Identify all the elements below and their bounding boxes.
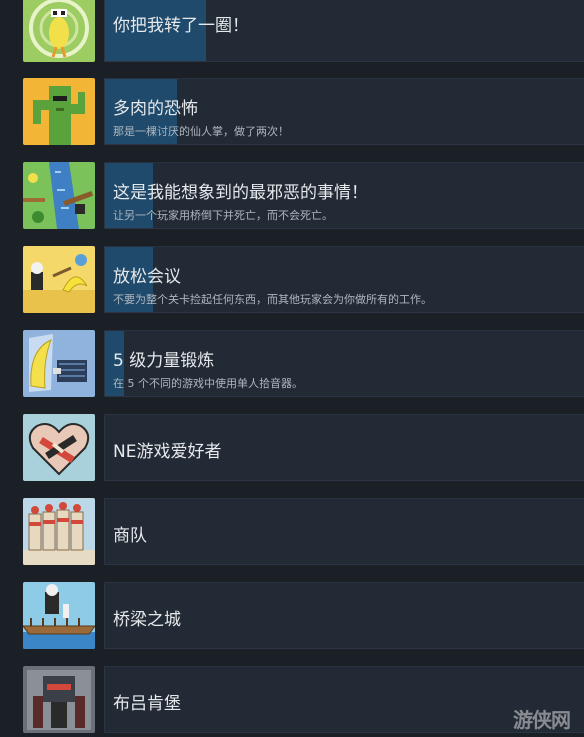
- achievement-panel: 这是我能想象到的最邪恶的事情！ 让另一个玩家用桥倒下并死亡，而不会死亡。: [104, 162, 584, 229]
- achievement-title: 这是我能想象到的最邪恶的事情！: [113, 183, 368, 203]
- achievement-row[interactable]: 你把我转了一圈！: [0, 0, 584, 79]
- cactus-icon: [23, 78, 95, 145]
- achievement-title: 放松会议: [113, 267, 181, 287]
- achievement-title: 布吕肯堡: [113, 694, 181, 714]
- achievement-panel: 你把我转了一圈！: [104, 0, 584, 62]
- achievement-desc: 让另一个玩家用桥倒下并死亡，而不会死亡。: [113, 209, 333, 222]
- banana-lifting-icon: [23, 330, 95, 397]
- achievement-desc: 不要为整个关卡捡起任何东西，而其他玩家会为你做所有的工作。: [113, 293, 432, 306]
- achievement-row[interactable]: 桥梁之城: [0, 582, 584, 666]
- achievement-title: 多肉的恐怖: [113, 99, 198, 119]
- achievement-panel: 5 级力量锻炼 在 5 个不同的游戏中使用单人拾音器。: [104, 330, 584, 397]
- achievement-title: NE游戏爱好者: [113, 442, 222, 462]
- bridge-city-icon: [23, 582, 95, 649]
- achievement-title: 商队: [113, 526, 147, 546]
- watermark: 游侠网: [513, 708, 571, 732]
- caravan-icon: [23, 498, 95, 565]
- achievement-row[interactable]: 布吕肯堡: [0, 666, 584, 737]
- achievement-title: 桥梁之城: [113, 610, 181, 630]
- relaxing-banana-icon: [23, 246, 95, 313]
- achievement-row[interactable]: 商队: [0, 498, 584, 582]
- achievement-panel: 商队: [104, 498, 584, 565]
- achievement-desc: 在 5 个不同的游戏中使用单人拾音器。: [113, 377, 303, 390]
- achievement-panel: 桥梁之城: [104, 582, 584, 649]
- spinning-duck-icon: [23, 0, 95, 62]
- bridge-fall-icon: [23, 162, 95, 229]
- heart-handshake-icon: [23, 414, 95, 481]
- achievement-panel: NE游戏爱好者: [104, 414, 584, 481]
- achievement-row[interactable]: 这是我能想象到的最邪恶的事情！ 让另一个玩家用桥倒下并死亡，而不会死亡。: [0, 162, 584, 246]
- achievement-panel: 多肉的恐怖 那是一棵讨厌的仙人掌，做了两次！: [104, 78, 584, 145]
- achievement-title: 5 级力量锻炼: [113, 351, 215, 371]
- achievement-row[interactable]: 放松会议 不要为整个关卡捡起任何东西，而其他玩家会为你做所有的工作。: [0, 246, 584, 330]
- achievement-list: 你把我转了一圈！ 多肉的恐怖 那是一棵讨厌的仙人掌，做了两次！ 这是我能想象到的…: [0, 0, 584, 737]
- achievement-title: 你把我转了一圈！: [113, 16, 249, 36]
- achievement-row[interactable]: NE游戏爱好者: [0, 414, 584, 498]
- castle-knight-icon: [23, 666, 95, 733]
- achievement-desc: 那是一棵讨厌的仙人掌，做了两次！: [113, 125, 289, 138]
- achievement-row[interactable]: 多肉的恐怖 那是一棵讨厌的仙人掌，做了两次！: [0, 78, 584, 162]
- achievement-panel: 放松会议 不要为整个关卡捡起任何东西，而其他玩家会为你做所有的工作。: [104, 246, 584, 313]
- achievement-panel: 布吕肯堡: [104, 666, 584, 733]
- achievement-row[interactable]: 5 级力量锻炼 在 5 个不同的游戏中使用单人拾音器。: [0, 330, 584, 414]
